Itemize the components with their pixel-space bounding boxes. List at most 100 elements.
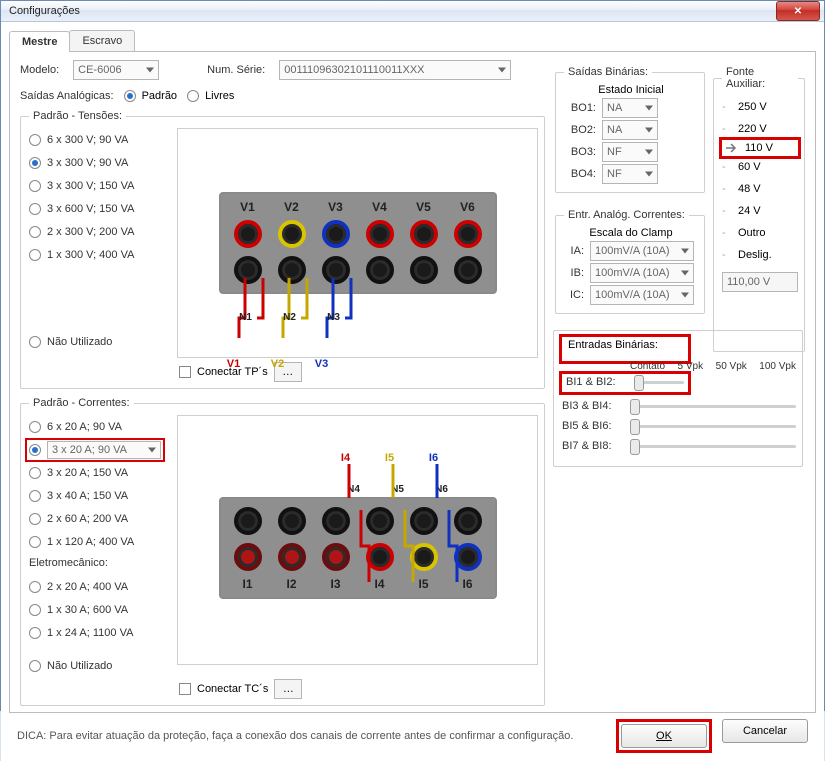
slider-thumb-icon xyxy=(630,399,640,415)
radio-padrao[interactable]: Padrão xyxy=(124,90,177,102)
slider-thumb-icon xyxy=(634,375,644,391)
slider-bi34[interactable] xyxy=(630,405,796,408)
legend-correntes: Padrão - Correntes: xyxy=(29,397,134,409)
socket-icon xyxy=(234,543,262,571)
pointer-icon xyxy=(725,142,739,154)
socket-icon xyxy=(278,256,306,284)
lbl-conectar-tcs: Conectar TC´s xyxy=(197,683,268,695)
opt-tensao-5[interactable]: 1 x 300 V; 400 VA xyxy=(29,245,169,264)
legend-tensoes: Padrão - Tensões: xyxy=(29,110,126,122)
voltage-panel: V1 V2 V3 V4 V5 V6 xyxy=(177,128,538,358)
opt-tensao-4[interactable]: 2 x 300 V; 200 VA xyxy=(29,222,169,241)
socket-icon xyxy=(234,256,262,284)
tensoes-options: 6 x 300 V; 90 VA 3 x 300 V; 90 VA 3 x 30… xyxy=(29,128,169,358)
ib-combo[interactable]: 100mV/A (10A) xyxy=(590,263,694,283)
hint-text: DICA: Para evitar atuação da proteção, f… xyxy=(17,730,573,742)
radio-dot-icon xyxy=(187,90,199,102)
socket-icon xyxy=(322,507,350,535)
group-saidas-bin: Saídas Binárias: Estado Inicial BO1:NA B… xyxy=(555,66,705,193)
socket-icon xyxy=(410,256,438,284)
correntes-options: 6 x 20 A; 90 VA 3 x 20 A; 90 VA 3 x 20 A… xyxy=(29,415,169,675)
group-correntes: Padrão - Correntes: 6 x 20 A; 90 VA 3 x … xyxy=(20,397,545,706)
opt-tensao-1[interactable]: 3 x 300 V; 90 VA xyxy=(29,153,169,172)
opt-tensao-3[interactable]: 3 x 600 V; 150 VA xyxy=(29,199,169,218)
ia-combo[interactable]: 100mV/A (10A) xyxy=(590,241,694,261)
opt-corr-0[interactable]: 6 x 20 A; 90 VA xyxy=(29,417,169,436)
eletro-legend: Eletromecânico: xyxy=(29,557,169,569)
slider-thumb-icon xyxy=(630,439,640,455)
socket-icon xyxy=(278,507,306,535)
opt-corr-1[interactable]: 3 x 20 A; 90 VA xyxy=(29,440,169,459)
opt-corr-nao[interactable]: Não Utilizado xyxy=(29,656,169,675)
bo3-combo[interactable]: NF xyxy=(602,142,658,162)
serial-label: Num. Série: xyxy=(207,64,265,76)
opt-corr-2[interactable]: 3 x 20 A; 150 VA xyxy=(29,463,169,482)
bo1-combo[interactable]: NA xyxy=(602,98,658,118)
opt-tensao-0[interactable]: 6 x 300 V; 90 VA xyxy=(29,130,169,149)
socket-icon xyxy=(366,543,394,571)
aux-outro[interactable]: -Outro xyxy=(722,222,798,244)
socket-icon xyxy=(454,507,482,535)
radio-dot-icon xyxy=(124,90,136,102)
socket-icon xyxy=(366,256,394,284)
socket-icon xyxy=(278,220,306,248)
opt-corr-4[interactable]: 2 x 60 A; 200 VA xyxy=(29,509,169,528)
close-button[interactable]: ✕ xyxy=(776,1,820,21)
socket-icon xyxy=(322,256,350,284)
opt-corr-5[interactable]: 1 x 120 A; 400 VA xyxy=(29,532,169,551)
client-area: Mestre Escravo Modelo: CE-6006 Num. Séri… xyxy=(1,22,824,761)
opt-eletro-2[interactable]: 1 x 24 A; 1100 VA xyxy=(29,623,169,642)
ic-combo[interactable]: 100mV/A (10A) xyxy=(590,285,694,305)
voltage-connectors: V1 V2 V3 V4 V5 V6 xyxy=(219,192,497,294)
window-title: Configurações xyxy=(9,5,80,17)
socket-icon xyxy=(366,507,394,535)
model-combo[interactable]: CE-6006 xyxy=(73,60,159,80)
opt-eletro-1[interactable]: 1 x 30 A; 600 VA xyxy=(29,600,169,619)
opt-tensao-2[interactable]: 3 x 300 V; 150 VA xyxy=(29,176,169,195)
btn-tcs-more[interactable]: … xyxy=(274,679,302,699)
aux-250[interactable]: -250 V xyxy=(722,96,798,118)
cancel-button[interactable]: Cancelar xyxy=(722,719,808,743)
chk-conectar-tcs[interactable] xyxy=(179,683,191,695)
group-tensoes: Padrão - Tensões: 6 x 300 V; 90 VA 3 x 3… xyxy=(20,110,545,389)
opt-corr-3[interactable]: 3 x 40 A; 150 VA xyxy=(29,486,169,505)
serial-combo[interactable]: 00111096302101110011XXX xyxy=(279,60,511,80)
right-column: Saídas Binárias: Estado Inicial BO1:NA B… xyxy=(555,60,805,708)
socket-icon xyxy=(234,507,262,535)
bo2-combo[interactable]: NA xyxy=(602,120,658,140)
tab-escravo[interactable]: Escravo xyxy=(69,30,135,51)
analog-label: Saídas Analógicas: xyxy=(20,90,114,102)
socket-icon xyxy=(454,256,482,284)
close-icon: ✕ xyxy=(794,6,802,17)
opt-tensao-nao[interactable]: Não Utilizado xyxy=(29,332,169,351)
aux-value-box: 110,00 V xyxy=(722,272,798,292)
aux-deslig[interactable]: -Deslig. xyxy=(722,244,798,266)
left-column: Modelo: CE-6006 Num. Série: 001110963021… xyxy=(20,60,545,708)
aux-24[interactable]: -24 V xyxy=(722,200,798,222)
tab-body: Modelo: CE-6006 Num. Série: 001110963021… xyxy=(9,52,816,713)
socket-icon xyxy=(366,220,394,248)
opt-eletro-0[interactable]: 2 x 20 A; 400 VA xyxy=(29,577,169,596)
slider-thumb-icon xyxy=(630,419,640,435)
slider-bi12[interactable] xyxy=(634,381,684,384)
current-panel: I4 I5 I6 N4 xyxy=(177,415,538,665)
socket-icon xyxy=(410,220,438,248)
tab-strip: Mestre Escravo xyxy=(9,28,816,52)
radio-livres[interactable]: Livres xyxy=(187,90,234,102)
socket-icon xyxy=(410,507,438,535)
current-connectors: I1 I2 I3 I4 I5 I6 xyxy=(219,497,497,599)
aux-48[interactable]: -48 V xyxy=(722,178,798,200)
slider-bi56[interactable] xyxy=(630,425,796,428)
bo4-combo[interactable]: NF xyxy=(602,164,658,184)
aux-60[interactable]: -60 V xyxy=(722,156,798,178)
slider-bi78[interactable] xyxy=(630,445,796,448)
socket-icon xyxy=(322,543,350,571)
socket-icon xyxy=(234,220,262,248)
ok-button[interactable]: OK xyxy=(621,724,707,748)
socket-icon xyxy=(322,220,350,248)
tab-mestre[interactable]: Mestre xyxy=(9,31,70,52)
socket-icon xyxy=(410,543,438,571)
socket-icon xyxy=(278,543,306,571)
group-entr-analog: Entr. Analóg. Correntes: Escala do Clamp… xyxy=(555,209,705,314)
chk-conectar-tps[interactable] xyxy=(179,366,191,378)
